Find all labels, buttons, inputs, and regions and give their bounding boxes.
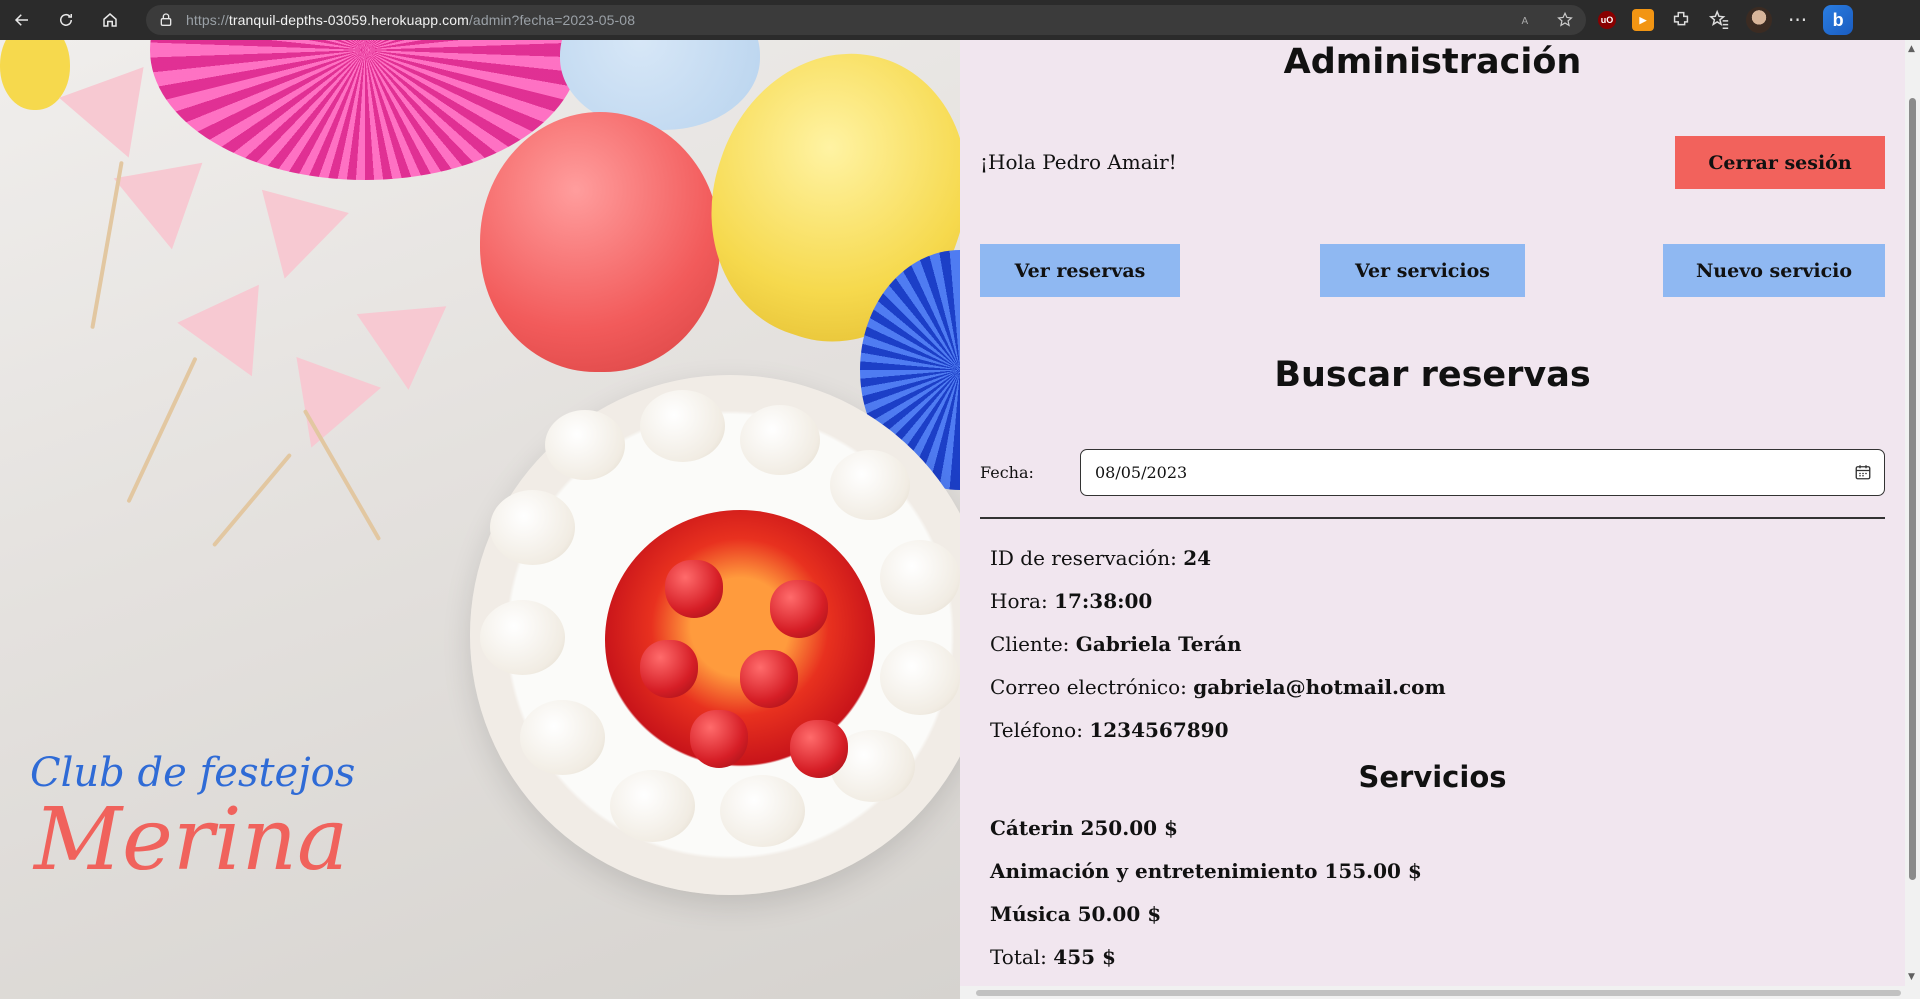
client-row: Cliente: Gabriela Terán — [990, 632, 1242, 656]
reservation-id-row: ID de reservación: 24 — [990, 546, 1211, 570]
strawberry — [665, 560, 723, 618]
toothpick — [211, 452, 293, 548]
media-extension-icon[interactable]: ▶ — [1632, 9, 1654, 31]
service-item-text: Música 50.00 $ — [990, 902, 1162, 926]
calendar-icon[interactable] — [1854, 463, 1872, 481]
client-label: Cliente: — [990, 632, 1076, 656]
cream-dollop — [740, 405, 820, 475]
party-flag — [113, 162, 217, 258]
cream-dollop — [880, 640, 960, 715]
cream-dollop — [830, 450, 910, 520]
date-label: Fecha: — [980, 463, 1034, 482]
phone-value: 1234567890 — [1089, 718, 1229, 742]
client-value: Gabriela Terán — [1075, 632, 1242, 656]
date-value: 08/05/2023 — [1095, 463, 1188, 482]
reservation-id-value: 24 — [1183, 546, 1212, 570]
cream-dollop — [490, 490, 575, 565]
scroll-down-icon[interactable]: ▼ — [1908, 972, 1915, 982]
cream-dollop — [720, 775, 805, 847]
horizontal-scrollbar[interactable] — [960, 986, 1920, 999]
balloon-red — [480, 112, 720, 372]
url-path: /admin?fecha=2023-05-08 — [468, 12, 636, 28]
hero-image: Club de festejos Merina — [0, 40, 960, 999]
party-flag — [177, 284, 293, 396]
email-label: Correo electrónico: — [990, 675, 1194, 699]
vertical-scrollbar[interactable]: ▲ ▼ — [1905, 40, 1920, 986]
favorites-icon[interactable] — [1708, 9, 1730, 31]
strawberry — [740, 650, 798, 708]
svg-text:A: A — [1522, 16, 1529, 27]
service-item-text: Cáterin 250.00 $ — [990, 816, 1178, 840]
email-row: Correo electrónico: gabriela@hotmail.com — [990, 675, 1446, 699]
brand-name: Merina — [34, 790, 349, 890]
back-button[interactable] — [0, 0, 44, 40]
reservation-id-label: ID de reservación: — [990, 546, 1184, 570]
url-prefix: https:// — [186, 12, 229, 28]
home-icon — [103, 13, 117, 27]
scroll-up-icon[interactable]: ▲ — [1908, 44, 1915, 54]
cream-dollop — [520, 700, 605, 775]
party-flag — [241, 189, 349, 291]
url-text: https://tranquil-depths-03059.herokuapp.… — [186, 12, 635, 28]
url-host: tranquil-depths-03059.herokuapp.com — [228, 12, 469, 28]
total-value: 455 $ — [1053, 945, 1116, 969]
bing-copilot-icon[interactable]: b — [1823, 5, 1854, 35]
greeting-text: ¡Hola Pedro Amair! — [980, 150, 1177, 174]
reload-icon — [60, 13, 72, 26]
toothpick — [90, 160, 124, 330]
read-aloud-icon[interactable]: A — [1520, 11, 1538, 29]
lock-icon — [160, 13, 172, 26]
email-value: gabriela@hotmail.com — [1193, 675, 1446, 699]
time-label: Hora: — [990, 589, 1055, 613]
strawberry — [690, 710, 748, 768]
add-favorite-icon[interactable] — [1556, 11, 1574, 29]
cream-dollop — [610, 770, 695, 842]
horizontal-scrollbar-thumb[interactable] — [976, 990, 1901, 996]
address-bar[interactable]: https://tranquil-depths-03059.herokuapp.… — [146, 5, 1586, 35]
view-services-button[interactable]: Ver servicios — [1320, 244, 1525, 297]
view-reservations-button[interactable]: Ver reservas — [980, 244, 1180, 297]
toothpick — [126, 356, 198, 504]
scrollbar-thumb[interactable] — [1909, 98, 1916, 880]
service-item: Cáterin 250.00 $ — [990, 816, 1178, 840]
more-options-icon[interactable]: ··· — [1788, 8, 1807, 32]
cream-dollop — [880, 540, 960, 615]
profile-avatar[interactable] — [1746, 7, 1772, 33]
service-item-text: Animación y entretenimiento 155.00 $ — [990, 859, 1422, 883]
party-flag — [356, 306, 454, 394]
time-value: 17:38:00 — [1054, 589, 1153, 613]
reload-button[interactable] — [44, 0, 88, 40]
browser-toolbar: https://tranquil-depths-03059.herokuapp.… — [0, 0, 1920, 40]
party-flag — [59, 67, 171, 173]
search-title: Buscar reservas — [1274, 355, 1591, 395]
admin-panel: Administración ¡Hola Pedro Amair! Cerrar… — [960, 40, 1905, 986]
time-row: Hora: 17:38:00 — [990, 589, 1152, 613]
divider — [980, 517, 1885, 519]
strawberry — [790, 720, 848, 778]
ublock-extension-icon[interactable]: uO — [1598, 11, 1616, 29]
phone-row: Teléfono: 1234567890 — [990, 718, 1229, 742]
brand-logo: Club de festejos Merina — [30, 750, 355, 890]
total-row: Total: 455 $ — [990, 945, 1116, 969]
cream-dollop — [480, 600, 565, 675]
total-label: Total: — [990, 945, 1054, 969]
page-title: Administración — [1283, 42, 1582, 82]
service-item: Animación y entretenimiento 155.00 $ — [990, 859, 1422, 883]
strawberry — [770, 580, 828, 638]
service-item: Música 50.00 $ — [990, 902, 1161, 926]
phone-label: Teléfono: — [990, 718, 1090, 742]
strawberry — [640, 640, 698, 698]
home-button[interactable] — [88, 0, 132, 40]
new-service-button[interactable]: Nuevo servicio — [1663, 244, 1885, 297]
cream-dollop — [640, 390, 725, 462]
cream-dollop — [545, 410, 625, 480]
services-title: Servicios — [1358, 760, 1507, 794]
back-arrow-icon — [14, 14, 28, 26]
extensions-icon[interactable] — [1670, 9, 1692, 31]
logout-button[interactable]: Cerrar sesión — [1675, 136, 1885, 189]
date-input[interactable]: 08/05/2023 — [1080, 449, 1885, 496]
